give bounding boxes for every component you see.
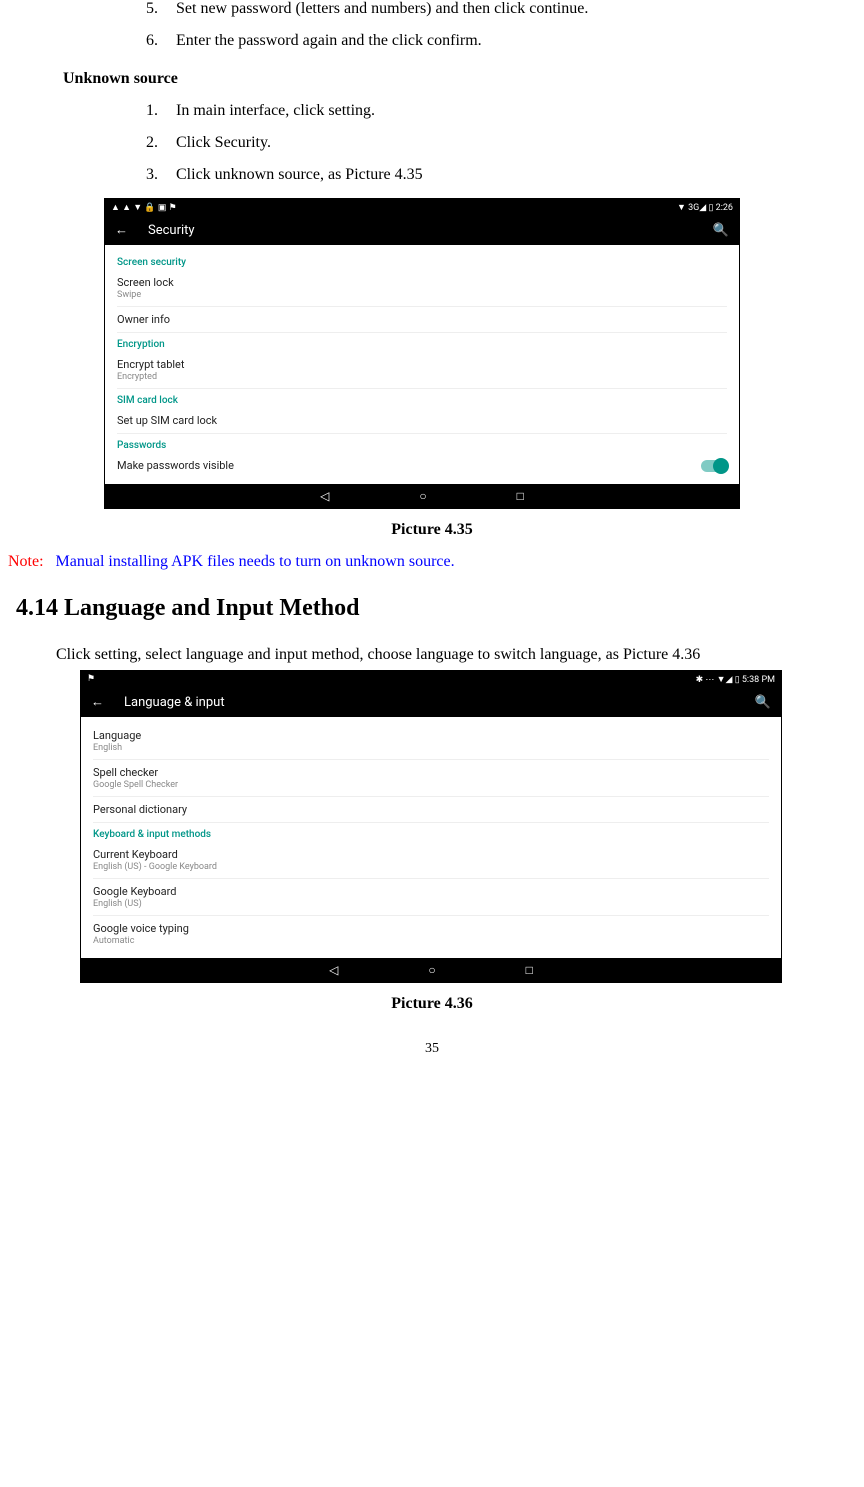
screenshot-security: ▲ ▲ ▼ 🔒 ▣ ⚑ ▼ 3G◢ ▯ 2:26 ← Security 🔍 Sc… bbox=[104, 198, 740, 509]
search-icon[interactable]: 🔍 bbox=[755, 695, 771, 710]
nav-bar: ◁ ○ □ bbox=[81, 958, 781, 982]
appbar-title: Security bbox=[148, 223, 693, 238]
section-passwords: Passwords bbox=[117, 434, 727, 453]
row-google-voice-typing[interactable]: Google voice typing Automatic bbox=[93, 916, 769, 952]
nav-bar: ◁ ○ □ bbox=[105, 484, 739, 508]
row-title: Screen lock bbox=[117, 276, 727, 289]
nav-back-icon[interactable]: ◁ bbox=[320, 489, 329, 503]
row-subtitle: English (US) bbox=[93, 899, 769, 909]
list-text: In main interface, click setting. bbox=[176, 102, 856, 120]
list-item: 5. Set new password (letters and numbers… bbox=[118, 0, 856, 18]
back-icon[interactable]: ← bbox=[115, 222, 128, 238]
back-icon[interactable]: ← bbox=[91, 694, 104, 710]
nav-recent-icon[interactable]: □ bbox=[526, 963, 533, 977]
subheading-unknown-source: Unknown source bbox=[63, 70, 856, 88]
toggle-passwords-visible[interactable] bbox=[701, 460, 727, 472]
row-title: Current Keyboard bbox=[93, 848, 769, 861]
row-sim-card-lock[interactable]: Set up SIM card lock bbox=[117, 408, 727, 434]
settings-body: Language English Spell checker Google Sp… bbox=[81, 717, 781, 958]
status-right-icons: ▼ 3G◢ ▯ 2:26 bbox=[677, 202, 733, 213]
list-item: 6. Enter the password again and the clic… bbox=[118, 32, 856, 50]
caption-picture-4-35: Picture 4.35 bbox=[8, 521, 856, 539]
list-text: Click Security. bbox=[176, 134, 856, 152]
caption-picture-4-36: Picture 4.36 bbox=[8, 995, 856, 1013]
nav-home-icon[interactable]: ○ bbox=[428, 963, 435, 977]
row-subtitle: English (US) - Google Keyboard bbox=[93, 862, 769, 872]
nav-home-icon[interactable]: ○ bbox=[419, 489, 426, 503]
row-title: Encrypt tablet bbox=[117, 358, 727, 371]
row-subtitle: English bbox=[93, 743, 769, 753]
note-text: Manual installing APK files needs to tur… bbox=[56, 553, 455, 570]
section-keyboard-input: Keyboard & input methods bbox=[93, 823, 769, 842]
row-current-keyboard[interactable]: Current Keyboard English (US) - Google K… bbox=[93, 842, 769, 879]
section-encryption: Encryption bbox=[117, 333, 727, 352]
status-left-icons: ▲ ▲ ▼ 🔒 ▣ ⚑ bbox=[111, 202, 177, 213]
row-encrypt-tablet[interactable]: Encrypt tablet Encrypted bbox=[117, 352, 727, 389]
row-title: Personal dictionary bbox=[93, 803, 769, 816]
row-screen-lock[interactable]: Screen lock Swipe bbox=[117, 270, 727, 307]
section-sim-card-lock: SIM card lock bbox=[117, 389, 727, 408]
row-subtitle: Google Spell Checker bbox=[93, 780, 769, 790]
page-number: 35 bbox=[8, 1041, 856, 1057]
list-number: 5. bbox=[118, 0, 176, 18]
list-item: 1. In main interface, click setting. bbox=[118, 102, 856, 120]
section-screen-security: Screen security bbox=[117, 251, 727, 270]
row-language[interactable]: Language English bbox=[93, 723, 769, 760]
app-bar: ← Language & input 🔍 bbox=[81, 687, 781, 717]
list-text: Set new password (letters and numbers) a… bbox=[176, 0, 856, 18]
row-title: Spell checker bbox=[93, 766, 769, 779]
note-line: Note: Manual installing APK files needs … bbox=[8, 553, 856, 571]
note-label: Note: bbox=[8, 553, 44, 570]
screenshot-language-input: ⚑ ✱ ⋯ ▼◢ ▯ 5:38 PM ← Language & input 🔍 … bbox=[80, 670, 782, 983]
status-right-icons: ✱ ⋯ ▼◢ ▯ 5:38 PM bbox=[696, 674, 775, 685]
settings-body: Screen security Screen lock Swipe Owner … bbox=[105, 245, 739, 484]
row-title: Language bbox=[93, 729, 769, 742]
status-bar: ⚑ ✱ ⋯ ▼◢ ▯ 5:38 PM bbox=[81, 671, 781, 687]
row-owner-info[interactable]: Owner info bbox=[117, 307, 727, 333]
row-subtitle: Swipe bbox=[117, 290, 727, 300]
list-item: 2. Click Security. bbox=[118, 134, 856, 152]
list-number: 2. bbox=[118, 134, 176, 152]
status-bar: ▲ ▲ ▼ 🔒 ▣ ⚑ ▼ 3G◢ ▯ 2:26 bbox=[105, 199, 739, 215]
row-subtitle: Automatic bbox=[93, 936, 769, 946]
search-icon[interactable]: 🔍 bbox=[713, 223, 729, 238]
list-text: Click unknown source, as Picture 4.35 bbox=[176, 166, 856, 184]
list-number: 1. bbox=[118, 102, 176, 120]
section-heading-4-14: 4.14 Language and Input Method bbox=[16, 595, 856, 622]
row-spell-checker[interactable]: Spell checker Google Spell Checker bbox=[93, 760, 769, 797]
nav-back-icon[interactable]: ◁ bbox=[329, 963, 338, 977]
row-title: Google voice typing bbox=[93, 922, 769, 935]
row-title: Google Keyboard bbox=[93, 885, 769, 898]
list-number: 3. bbox=[118, 166, 176, 184]
row-subtitle: Encrypted bbox=[117, 372, 727, 382]
list-item: 3. Click unknown source, as Picture 4.35 bbox=[118, 166, 856, 184]
list-text: Enter the password again and the click c… bbox=[176, 32, 856, 50]
nav-recent-icon[interactable]: □ bbox=[517, 489, 524, 503]
row-title: Owner info bbox=[117, 313, 727, 326]
paragraph-language-input: Click setting, select language and input… bbox=[56, 646, 856, 664]
row-personal-dictionary[interactable]: Personal dictionary bbox=[93, 797, 769, 823]
row-title: Make passwords visible bbox=[117, 459, 701, 472]
status-left-icons: ⚑ bbox=[87, 674, 95, 684]
row-make-passwords-visible[interactable]: Make passwords visible bbox=[117, 453, 727, 478]
appbar-title: Language & input bbox=[124, 695, 735, 710]
app-bar: ← Security 🔍 bbox=[105, 215, 739, 245]
row-google-keyboard[interactable]: Google Keyboard English (US) bbox=[93, 879, 769, 916]
row-title: Set up SIM card lock bbox=[117, 414, 727, 427]
list-number: 6. bbox=[118, 32, 176, 50]
